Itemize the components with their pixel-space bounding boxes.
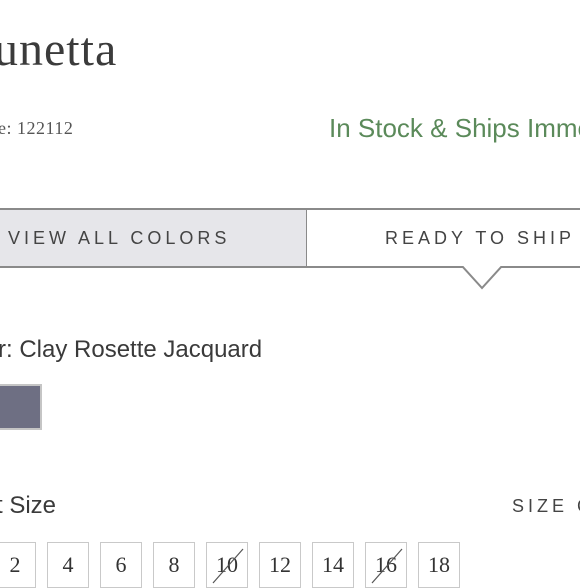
style-number: e: 122112 xyxy=(0,118,74,138)
color-swatch-clay-rosette-jacquard[interactable] xyxy=(0,384,42,430)
unavailable-slash-icon xyxy=(371,548,403,584)
size-option-label: 8 xyxy=(168,552,180,577)
size-option-10-unavailable[interactable]: 10 xyxy=(206,542,248,588)
unavailable-slash-icon xyxy=(212,548,244,584)
tab-view-all-colors-label: VIEW ALL COLORS xyxy=(8,227,231,248)
tab-ready-to-ship-label: READY TO SHIP xyxy=(385,227,576,248)
select-size-label: t Size xyxy=(0,492,57,519)
size-option-12[interactable]: 12 xyxy=(259,542,301,588)
size-option-16-unavailable[interactable]: 16 xyxy=(365,542,407,588)
selected-color-label: r: Clay Rosette Jacquard xyxy=(0,336,263,363)
size-option-label: 4 xyxy=(62,552,74,577)
active-tab-pointer-icon xyxy=(462,266,502,290)
size-option-6[interactable]: 6 xyxy=(100,542,142,588)
availability-status: In Stock & Ships Imme xyxy=(329,113,580,143)
tab-ready-to-ship[interactable]: READY TO SHIP xyxy=(306,208,580,268)
size-option-label: 18 xyxy=(428,552,450,577)
size-option-8[interactable]: 8 xyxy=(153,542,195,588)
tab-view-all-colors[interactable]: VIEW ALL COLORS xyxy=(0,208,308,268)
size-option-label: 12 xyxy=(269,552,291,577)
size-option-14[interactable]: 14 xyxy=(312,542,354,588)
product-title: unetta xyxy=(0,23,118,76)
size-option-label: 6 xyxy=(115,552,127,577)
size-guide-link[interactable]: SIZE G xyxy=(512,496,580,517)
size-option-4[interactable]: 4 xyxy=(47,542,89,588)
size-option-label: 2 xyxy=(9,552,21,577)
size-option-label: 14 xyxy=(322,552,344,577)
size-option-18[interactable]: 18 xyxy=(418,542,460,588)
size-option-2[interactable]: 2 xyxy=(0,542,36,588)
